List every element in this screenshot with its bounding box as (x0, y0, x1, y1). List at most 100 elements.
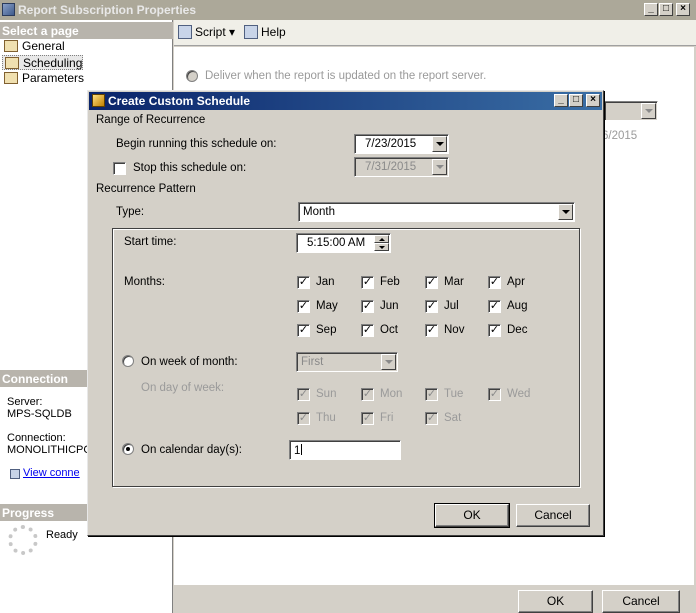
page-icon (4, 40, 18, 52)
day-checkbox-2[interactable]: ✓ (425, 388, 438, 401)
dialog-maximize-icon[interactable]: □ (569, 94, 583, 107)
day-checkbox-0[interactable]: ✓ (297, 388, 310, 401)
month-label: Sep (316, 324, 337, 336)
page-item-parameters[interactable]: Parameters (2, 71, 84, 86)
page-item-general[interactable]: General (2, 39, 65, 54)
bg-partial-date: 6/2015 (602, 130, 638, 142)
select-page-header: Select a page (0, 22, 173, 39)
day-checkbox-6[interactable]: ✓ (425, 412, 438, 425)
day-label: Sat (444, 412, 462, 424)
range-of-recurrence-header: Range of Recurrence (96, 114, 206, 126)
server-value: MPS-SQLDB (7, 408, 72, 420)
script-button[interactable]: Script ▾ (178, 25, 235, 39)
month-label: Nov (444, 324, 465, 336)
deliver-on-update-radio[interactable] (186, 70, 198, 82)
bg-window-titlebar: Report Subscription Properties _ □ × (0, 0, 696, 20)
app-icon (2, 3, 15, 16)
connection-label: Connection: (7, 432, 66, 444)
calendar-dropdown-icon[interactable] (432, 136, 447, 152)
month-checkbox-7[interactable]: ✓ (488, 300, 501, 313)
dialog-ok-button[interactable]: OK (434, 503, 510, 528)
month-label: Apr (507, 276, 525, 288)
connection-icon (10, 469, 20, 479)
stop-schedule-checkbox[interactable] (113, 162, 126, 175)
month-checkbox-9[interactable]: ✓ (361, 324, 374, 337)
dialog-cancel-button[interactable]: Cancel (516, 504, 590, 527)
month-checkbox-4[interactable]: ✓ (297, 300, 310, 313)
month-checkbox-6[interactable]: ✓ (425, 300, 438, 313)
chevron-down-icon[interactable] (381, 354, 396, 370)
server-label: Server: (7, 396, 43, 408)
day-of-week-label: On day of week: (141, 382, 225, 394)
bg-cancel-button[interactable]: Cancel (602, 590, 680, 613)
bottom-bar: OK Cancel (174, 585, 696, 613)
dialog-titlebar: Create Custom Schedule _ □ × (89, 92, 602, 110)
chevron-down-icon[interactable] (558, 204, 573, 220)
month-label: Aug (507, 300, 528, 312)
month-checkbox-5[interactable]: ✓ (361, 300, 374, 313)
toolbar: Script ▾ Help (174, 20, 696, 46)
dialog-minimize-icon[interactable]: _ (554, 94, 568, 107)
calendar-days-label: On calendar day(s): (141, 444, 242, 456)
start-time-spinner[interactable]: 5:15:00 AM (296, 233, 391, 253)
week-of-month-select[interactable]: First (296, 352, 398, 372)
week-of-month-label: On week of month: (141, 356, 238, 368)
create-custom-schedule-dialog: Create Custom Schedule _ □ × Range of Re… (87, 90, 604, 536)
bg-ok-button[interactable]: OK (518, 590, 593, 613)
day-label: Thu (316, 412, 336, 424)
stop-date-picker[interactable]: 7/31/2015 (354, 157, 449, 177)
page-item-scheduling[interactable]: Scheduling (2, 55, 84, 70)
month-checkbox-10[interactable]: ✓ (425, 324, 438, 337)
month-label: Feb (380, 276, 400, 288)
day-checkbox-1[interactable]: ✓ (361, 388, 374, 401)
close-icon[interactable]: × (676, 3, 690, 16)
spin-down-icon[interactable] (374, 243, 389, 251)
day-checkbox-3[interactable]: ✓ (488, 388, 501, 401)
month-checkbox-11[interactable]: ✓ (488, 324, 501, 337)
spin-up-icon[interactable] (374, 235, 389, 243)
begin-date-picker[interactable]: 7/23/2015 (354, 134, 449, 154)
month-label: Oct (380, 324, 398, 336)
months-label: Months: (124, 276, 165, 288)
monthly-options-group: Start time: 5:15:00 AM Months: On week o… (112, 228, 580, 487)
progress-spinner-icon (8, 525, 38, 555)
day-label: Sun (316, 388, 337, 400)
day-checkbox-4[interactable]: ✓ (297, 412, 310, 425)
progress-status: Ready (46, 529, 78, 541)
month-label: Jun (380, 300, 399, 312)
month-label: May (316, 300, 338, 312)
week-of-month-radio[interactable] (122, 355, 134, 367)
month-checkbox-2[interactable]: ✓ (425, 276, 438, 289)
type-select[interactable]: Month (298, 202, 575, 222)
day-checkbox-5[interactable]: ✓ (361, 412, 374, 425)
month-checkbox-3[interactable]: ✓ (488, 276, 501, 289)
minimize-icon[interactable]: _ (644, 3, 658, 16)
calendar-dropdown-icon[interactable] (432, 159, 447, 175)
month-label: Jan (316, 276, 335, 288)
month-checkbox-0[interactable]: ✓ (297, 276, 310, 289)
recurrence-pattern-header: Recurrence Pattern (96, 183, 196, 195)
help-button[interactable]: Help (244, 25, 286, 39)
month-checkbox-1[interactable]: ✓ (361, 276, 374, 289)
month-label: Dec (507, 324, 528, 336)
connection-value: MONOLITHICPC (7, 444, 92, 456)
bg-dropdown[interactable] (604, 101, 658, 121)
calendar-days-radio[interactable] (122, 443, 134, 455)
view-connection-link[interactable]: View conne (10, 467, 80, 479)
page-icon (5, 57, 19, 69)
day-label: Tue (444, 388, 464, 400)
month-label: Jul (444, 300, 459, 312)
day-label: Mon (380, 388, 403, 400)
script-icon (178, 25, 192, 39)
begin-running-label: Begin running this schedule on: (116, 138, 277, 150)
type-label: Type: (116, 206, 145, 218)
maximize-icon[interactable]: □ (659, 3, 673, 16)
calendar-days-input[interactable]: 1 (289, 440, 401, 460)
month-checkbox-8[interactable]: ✓ (297, 324, 310, 337)
page-icon (4, 72, 18, 84)
bg-window-title: Report Subscription Properties (18, 3, 197, 17)
dialog-title: Create Custom Schedule (108, 94, 251, 108)
schedule-icon (92, 94, 105, 107)
start-time-label: Start time: (124, 236, 177, 248)
dialog-close-icon[interactable]: × (586, 94, 600, 107)
